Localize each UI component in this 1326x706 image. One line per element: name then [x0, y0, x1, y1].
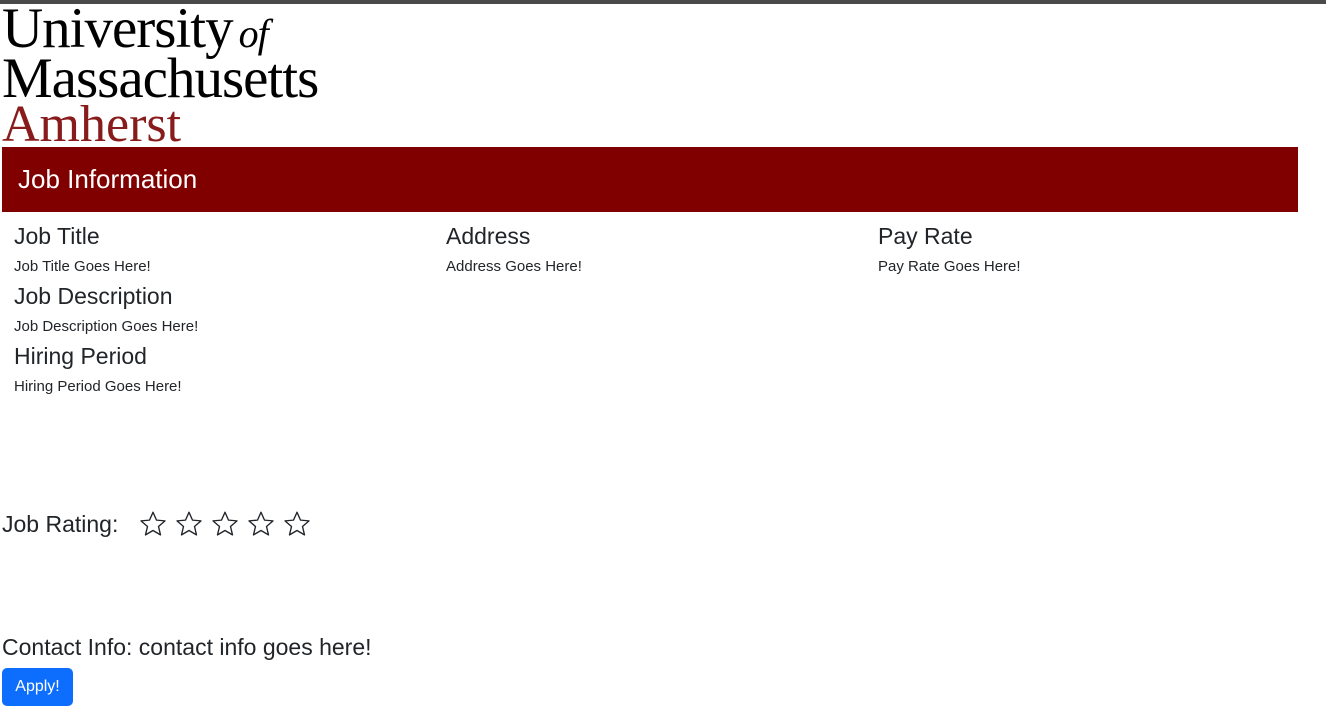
address-label: Address [446, 223, 531, 249]
pay-rate-field: Pay Rate Pay Rate Goes Here! [878, 220, 1298, 277]
page-title: Job Information [18, 164, 198, 194]
job-details-column-left: Job Title Job Title Goes Here! Job Descr… [14, 220, 434, 397]
job-title-label: Job Title [14, 223, 100, 249]
address-field: Address Address Goes Here! [446, 220, 866, 277]
job-title-value: Job Title Goes Here! [14, 258, 151, 275]
hiring-period-field: Hiring Period Hiring Period Goes Here! [14, 340, 434, 397]
star-icon[interactable] [174, 509, 204, 539]
hiring-period-value: Hiring Period Goes Here! [14, 378, 182, 395]
job-description-value: Job Description Goes Here! [14, 318, 199, 335]
job-rating-row: Job Rating: [2, 506, 312, 542]
star-rating-widget [138, 509, 312, 539]
star-icon[interactable] [210, 509, 240, 539]
address-value: Address Goes Here! [446, 258, 582, 275]
job-title-field: Job Title Job Title Goes Here! [14, 220, 434, 277]
apply-button[interactable]: Apply! [2, 668, 73, 706]
job-information-header: Job Information [2, 147, 1298, 212]
job-rating-label: Job Rating: [2, 511, 119, 537]
job-description-field: Job Description Job Description Goes Her… [14, 280, 434, 337]
star-icon[interactable] [138, 509, 168, 539]
contact-info: Contact Info: contact info goes here! [2, 634, 372, 660]
pay-rate-value: Pay Rate Goes Here! [878, 258, 1021, 275]
job-description-label: Job Description [14, 283, 173, 309]
umass-amherst-logo: University of Massachusetts Amherst [2, 0, 382, 153]
job-details-column-middle: Address Address Goes Here! [446, 220, 866, 277]
pay-rate-label: Pay Rate [878, 223, 973, 249]
job-details-column-right: Pay Rate Pay Rate Goes Here! [878, 220, 1298, 277]
star-icon[interactable] [282, 509, 312, 539]
star-icon[interactable] [246, 509, 276, 539]
hiring-period-label: Hiring Period [14, 343, 147, 369]
logo-amherst-text: Amherst [2, 96, 182, 153]
